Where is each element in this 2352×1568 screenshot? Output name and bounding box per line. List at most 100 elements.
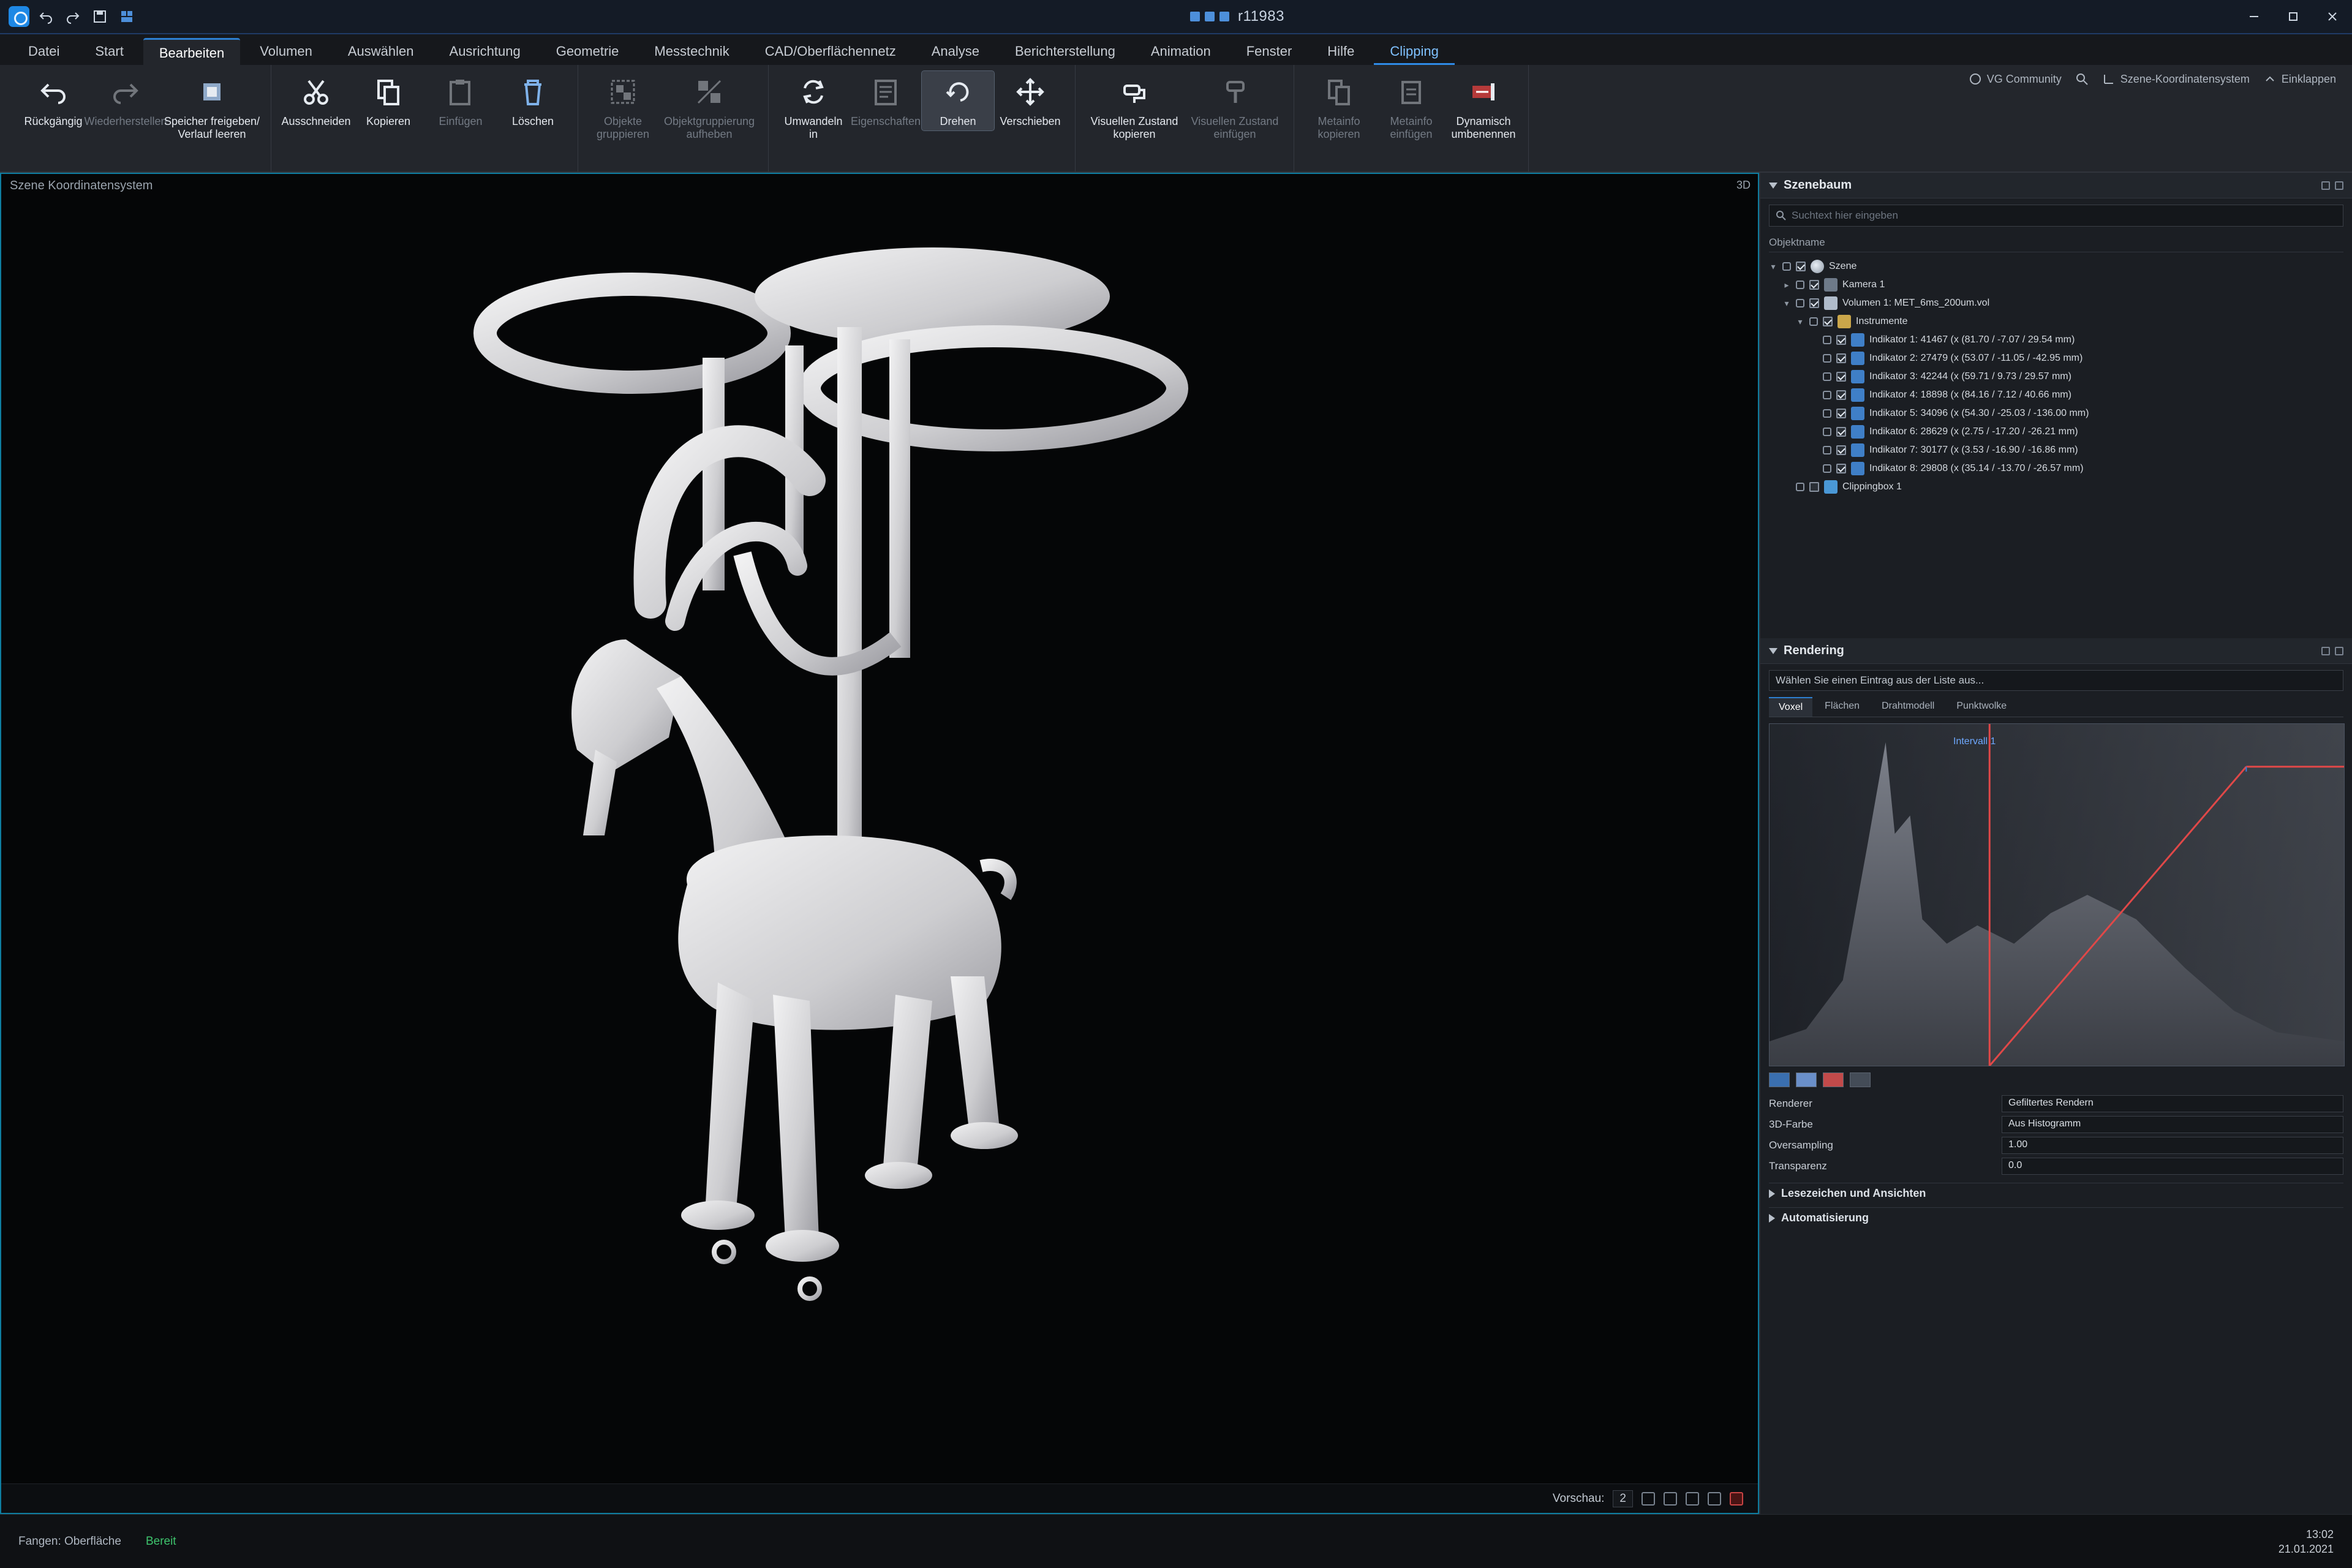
scene-search-input[interactable] [1792, 209, 2337, 222]
axes-toggle-icon[interactable] [1686, 1491, 1699, 1506]
eigenschaften-button[interactable]: Eigenschaften [850, 71, 922, 130]
lock-icon[interactable] [1823, 336, 1831, 344]
community-link[interactable]: VG Community [1969, 72, 2062, 86]
redo-icon[interactable] [62, 6, 83, 27]
section-automatisierung[interactable]: Automatisierung [1769, 1207, 2343, 1228]
scene-panel-header[interactable]: Szenebaum [1760, 173, 2352, 198]
tab-clipping[interactable]: Clipping [1374, 38, 1455, 65]
kopieren-button[interactable]: Kopieren [352, 71, 424, 130]
color-swatch[interactable] [1769, 1072, 1790, 1087]
scene-tree-item[interactable]: Clippingbox 1 [1769, 478, 2343, 496]
render-object-selector[interactable]: Wählen Sie einen Eintrag aus der Liste a… [1769, 670, 2343, 691]
section-lesezeichen-und-ansichten[interactable]: Lesezeichen und Ansichten [1769, 1183, 2343, 1204]
visibility-checkbox[interactable] [1796, 262, 1806, 271]
lock-icon[interactable] [1823, 446, 1831, 454]
layout-icon[interactable] [116, 6, 137, 27]
lock-icon[interactable] [1823, 391, 1831, 399]
lock-icon[interactable] [1823, 428, 1831, 436]
tab-start[interactable]: Start [79, 38, 139, 65]
wiederherstellen-button[interactable]: Wiederherstellen [84, 71, 167, 130]
tab-cad-oberflächennetz[interactable]: CAD/Oberflächennetz [749, 38, 912, 65]
tab-datei[interactable]: Datei [12, 38, 75, 65]
objektgruppierung-aufheben-button[interactable]: Objektgruppierung aufheben [659, 71, 760, 143]
scene-tree-item[interactable]: Indikator 5: 34096 (x (54.30 / -25.03 / … [1769, 404, 2343, 423]
scene-tree-item[interactable]: Indikator 4: 18898 (x (84.16 / 7.12 / 40… [1769, 386, 2343, 404]
interval-label[interactable]: Intervall 1 [1953, 736, 1996, 747]
3d-viewport[interactable]: Szene Koordinatensystem 3D Vorschau: 2 [0, 173, 1759, 1514]
tree-column-header[interactable]: Objektname [1769, 233, 2343, 252]
scene-tree-item[interactable]: Indikator 7: 30177 (x (3.53 / -16.90 / -… [1769, 441, 2343, 459]
property-value[interactable]: 1.00 [2002, 1137, 2343, 1154]
lock-icon[interactable] [1823, 409, 1831, 418]
lock-icon[interactable] [1823, 372, 1831, 381]
scene-tree-item[interactable]: Indikator 1: 41467 (x (81.70 / -7.07 / 2… [1769, 331, 2343, 349]
visibility-checkbox[interactable] [1836, 353, 1846, 363]
ibex-stand-3d-model[interactable] [467, 247, 1263, 1350]
maximize-icon[interactable] [2274, 0, 2313, 34]
minimize-icon[interactable] [2234, 0, 2274, 34]
visibility-checkbox[interactable] [1823, 317, 1833, 326]
collapse-ribbon-button[interactable]: Einklappen [2263, 72, 2336, 86]
lock-icon[interactable] [1823, 464, 1831, 473]
tab-fenster[interactable]: Fenster [1231, 38, 1308, 65]
visibility-checkbox[interactable] [1836, 372, 1846, 382]
preview-value[interactable]: 2 [1613, 1490, 1633, 1507]
render-tab-voxel[interactable]: Voxel [1769, 697, 1813, 717]
color-swatch[interactable] [1823, 1072, 1844, 1087]
property-value[interactable]: 0.0 [2002, 1158, 2343, 1175]
scene-tree-item[interactable]: Indikator 2: 27479 (x (53.07 / -11.05 / … [1769, 349, 2343, 368]
scene-tree-item[interactable]: Indikator 6: 28629 (x (2.75 / -17.20 / -… [1769, 423, 2343, 441]
visibility-checkbox[interactable] [1836, 390, 1846, 400]
lock-icon[interactable] [1796, 281, 1804, 289]
coordinate-system-selector[interactable]: Szene-Koordinatensystem [2102, 72, 2250, 86]
scene-tree-item[interactable]: ▾ Szene [1769, 257, 2343, 276]
visibility-checkbox[interactable] [1809, 298, 1819, 308]
pin-icon[interactable] [2321, 181, 2330, 190]
tab-volumen[interactable]: Volumen [244, 38, 328, 65]
render-tab-flächen[interactable]: Flächen [1815, 697, 1869, 717]
drehen-button[interactable]: Drehen [921, 70, 995, 131]
property-value[interactable]: Gefiltertes Rendern [2002, 1095, 2343, 1112]
expand-arrow-icon[interactable]: ▾ [1782, 298, 1791, 309]
close-icon[interactable] [2335, 181, 2343, 190]
tab-ausrichtung[interactable]: Ausrichtung [434, 38, 537, 65]
scene-tree-item[interactable]: ▾ Instrumente [1769, 312, 2343, 331]
tab-analyse[interactable]: Analyse [916, 38, 995, 65]
display-toggle-icon[interactable] [1642, 1491, 1655, 1506]
metainfo-einfügen-button[interactable]: Metainfo einfügen [1375, 71, 1447, 143]
visuellen-zustand-kopieren-button[interactable]: Visuellen Zustand kopieren [1084, 71, 1185, 143]
visibility-checkbox[interactable] [1836, 445, 1846, 455]
record-icon[interactable] [1730, 1491, 1743, 1506]
lock-icon[interactable] [1823, 354, 1831, 363]
scene-tree-item[interactable]: ▾ Volumen 1: MET_6ms_200um.vol [1769, 294, 2343, 312]
render-tab-drahtmodell[interactable]: Drahtmodell [1872, 697, 1944, 717]
color-swatch[interactable] [1796, 1072, 1817, 1087]
save-icon[interactable] [89, 6, 110, 27]
expand-arrow-icon[interactable]: ▾ [1796, 317, 1804, 327]
verschieben-button[interactable]: Verschieben [994, 71, 1066, 130]
visibility-checkbox[interactable] [1836, 427, 1846, 437]
lock-icon[interactable] [1782, 262, 1791, 271]
tab-hilfe[interactable]: Hilfe [1311, 38, 1370, 65]
visibility-checkbox[interactable] [1836, 335, 1846, 345]
app-logo-icon[interactable] [9, 6, 29, 27]
dynamisch-umbenennen-button[interactable]: Dynamisch umbenennen [1447, 71, 1520, 143]
pin-icon[interactable] [2321, 646, 2330, 655]
visibility-checkbox[interactable] [1836, 464, 1846, 473]
close-icon[interactable] [2313, 0, 2352, 34]
löschen-button[interactable]: Löschen [497, 71, 569, 130]
rendering-panel-header[interactable]: Rendering [1760, 638, 2352, 664]
umwandeln-in-button[interactable]: Umwandeln in [777, 71, 850, 143]
rückgängig-button[interactable]: Rückgängig [17, 71, 89, 130]
lock-icon[interactable] [1796, 483, 1804, 491]
scene-tree-item[interactable]: ▸ Kamera 1 [1769, 276, 2343, 294]
opacity-histogram[interactable]: Intervall 1 [1769, 723, 2345, 1066]
tab-messtechnik[interactable]: Messtechnik [638, 38, 745, 65]
ausschneiden-button[interactable]: Ausschneiden [280, 71, 352, 130]
scene-tree-item[interactable]: Indikator 8: 29808 (x (35.14 / -13.70 / … [1769, 459, 2343, 478]
visibility-checkbox[interactable] [1836, 409, 1846, 418]
scene-tree-item[interactable]: Indikator 3: 42244 (x (59.71 / 9.73 / 29… [1769, 368, 2343, 386]
tab-berichterstellung[interactable]: Berichterstellung [999, 38, 1131, 65]
lighting-toggle-icon[interactable] [1708, 1491, 1721, 1506]
undo-icon[interactable] [36, 6, 56, 27]
